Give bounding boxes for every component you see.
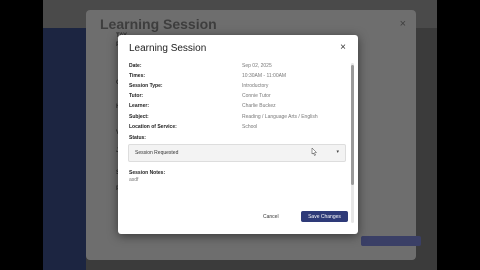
field-location: Location of Service: School [129,124,257,130]
cancel-button[interactable]: Cancel [259,212,283,222]
status-selected-value: Session Requested [135,150,179,156]
field-label: Learner: [129,103,150,109]
field-session-type: Session Type: Introductory [129,83,268,89]
mouse-pointer-icon [311,148,317,156]
field-value: Charlie Buckez [242,103,276,109]
background-button [361,236,421,246]
letterbox-right [437,0,480,270]
field-date: Date: Sep 02, 2025 [129,63,272,69]
field-label: Tutor: [129,93,144,99]
status-label: Status: [129,135,146,141]
field-label: Times: [129,73,146,79]
field-value: 10:30AM - 11:00AM [242,73,287,79]
field-tutor: Tutor: Connie Tutor [129,93,271,99]
session-notes-label: Session Notes: [129,170,166,176]
field-value: Sep 02, 2025 [242,63,272,69]
app-sidebar [43,28,86,270]
field-value: Reading / Language Arts / English [242,114,318,120]
save-changes-button[interactable]: Save Changes [301,211,348,222]
field-value: School [242,124,258,130]
learning-session-modal: Learning Session × Date: Sep 02, 2025 Tim… [118,35,358,234]
background-close-icon: × [399,18,406,30]
field-value: Introductory [242,83,269,89]
field-subject: Subject: Reading / Language Arts / Englis… [129,114,318,120]
field-label: Session Type: [129,83,163,89]
modal-title: Learning Session [129,43,207,54]
background-dialog-title: Learning Session [100,16,217,32]
field-value: Connie Tutor [242,93,271,99]
letterbox-left [0,0,43,270]
scrollbar-thumb[interactable] [351,65,354,185]
field-times: Times: 10:30AM - 11:00AM [129,73,286,79]
chevron-down-icon: ▾ [336,149,339,155]
field-learner: Learner: Charlie Buckez [129,103,276,109]
close-icon[interactable]: × [340,42,346,53]
field-label: Subject: [129,114,149,120]
session-notes-value: asdf [129,177,139,183]
field-label: Location of Service: [129,124,177,130]
field-label: Date: [129,63,142,69]
